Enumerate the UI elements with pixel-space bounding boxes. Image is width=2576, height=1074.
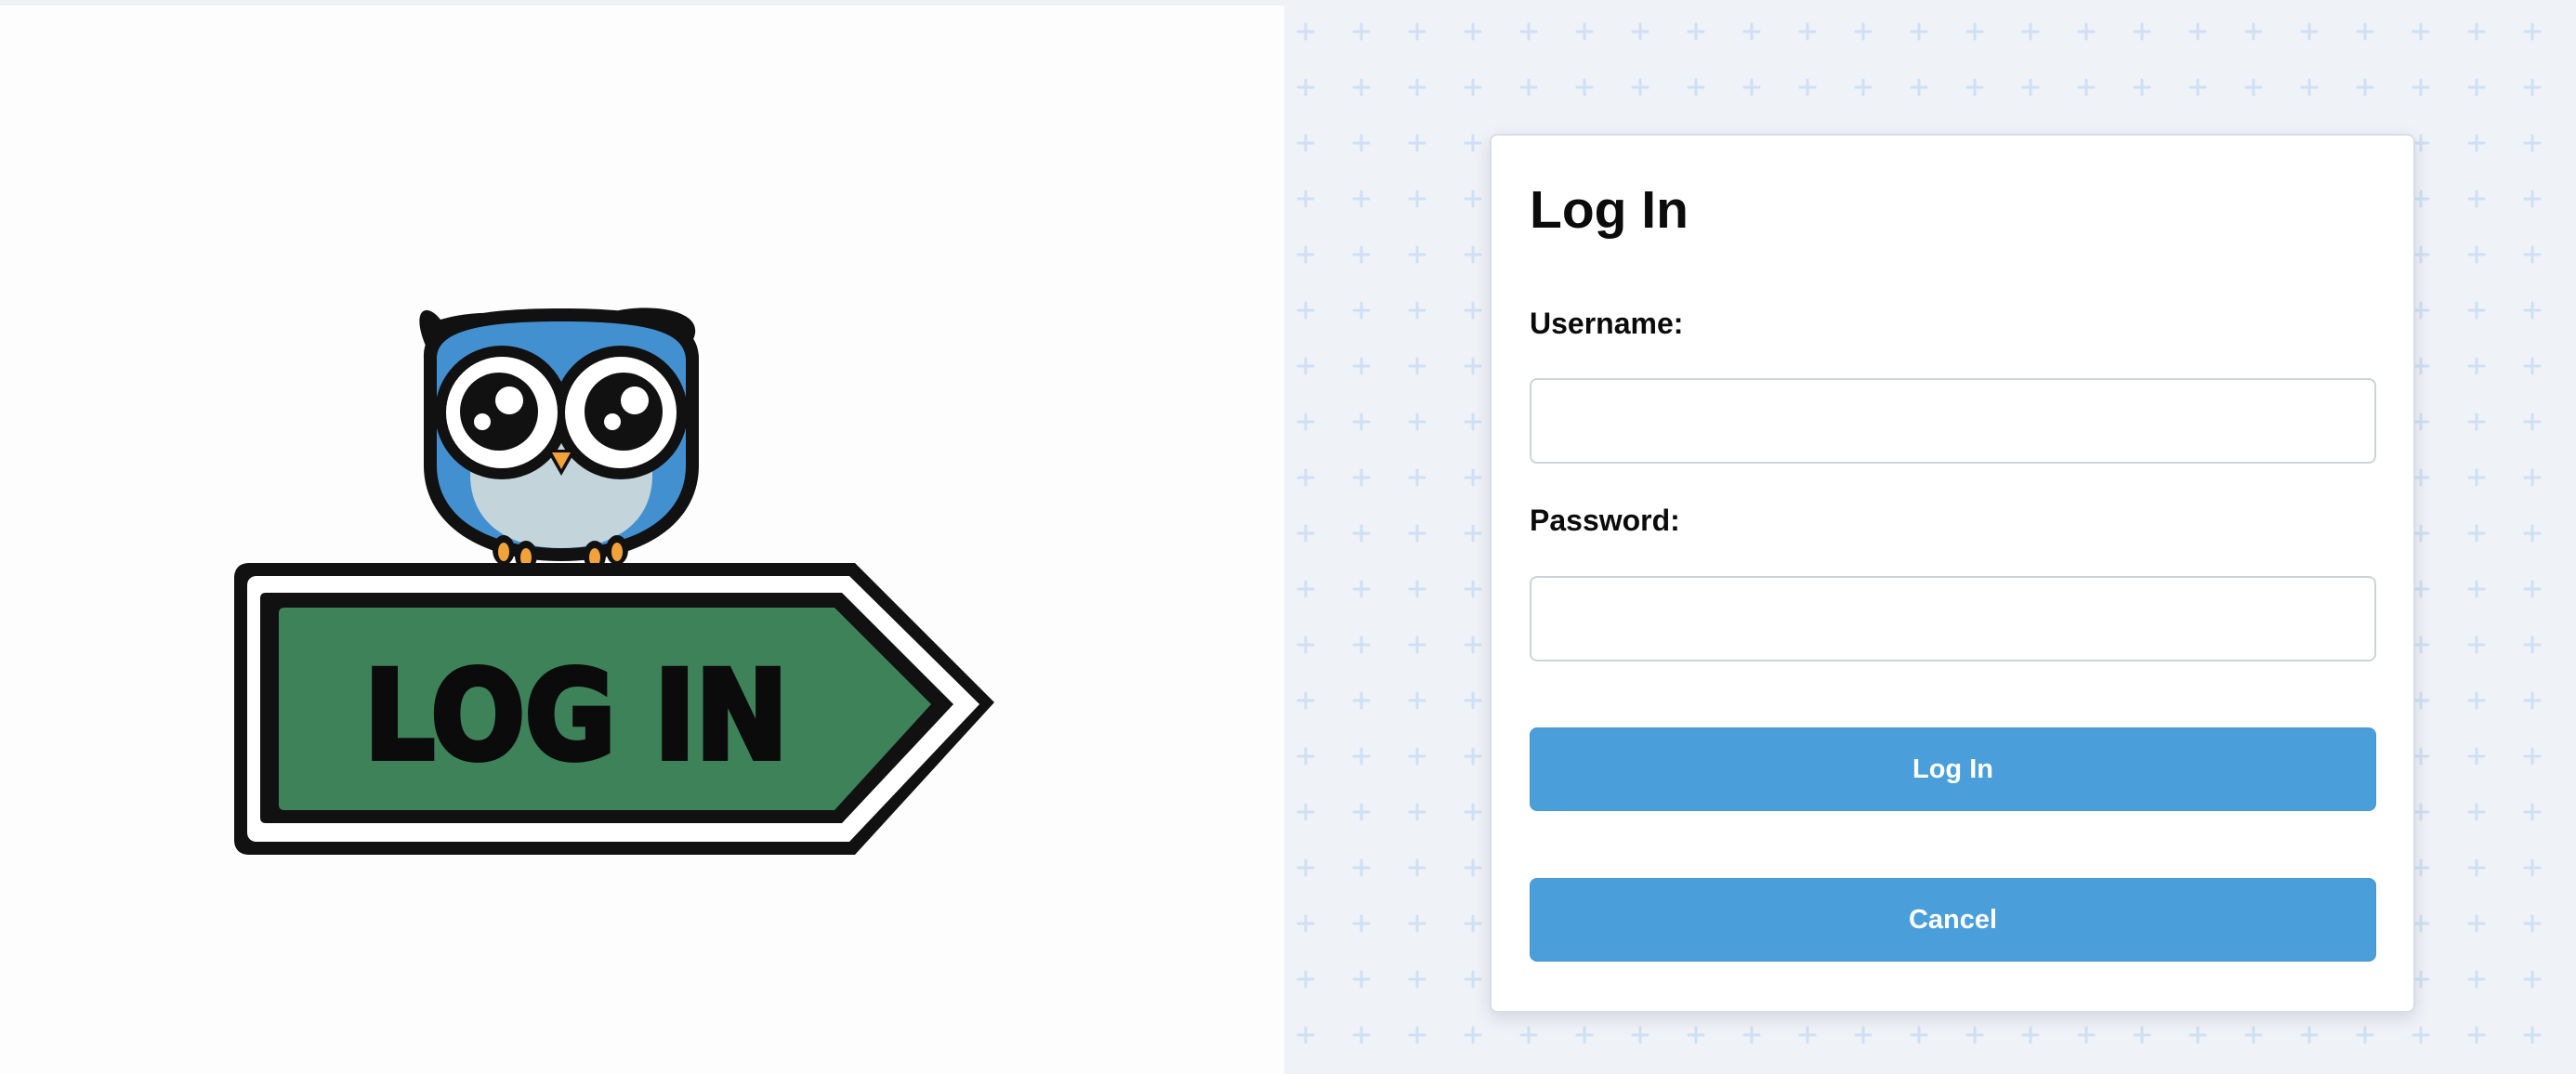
password-input[interactable] (1530, 576, 2376, 661)
username-label: Username: (1530, 307, 1684, 340)
login-button[interactable]: Log In (1530, 727, 2376, 811)
owl-mascot-icon (419, 308, 699, 570)
sign-text: LOG IN (364, 645, 788, 788)
login-card: Log In Username: Password: Log In Cancel (1490, 134, 2415, 1013)
username-input[interactable] (1530, 378, 2376, 464)
cancel-button[interactable]: Cancel (1530, 878, 2376, 962)
left-panel: LOG IN (0, 6, 1284, 1074)
login-sign-illustration: LOG IN (234, 308, 994, 855)
password-label: Password: (1530, 504, 1680, 537)
login-title: Log In (1530, 180, 1689, 240)
